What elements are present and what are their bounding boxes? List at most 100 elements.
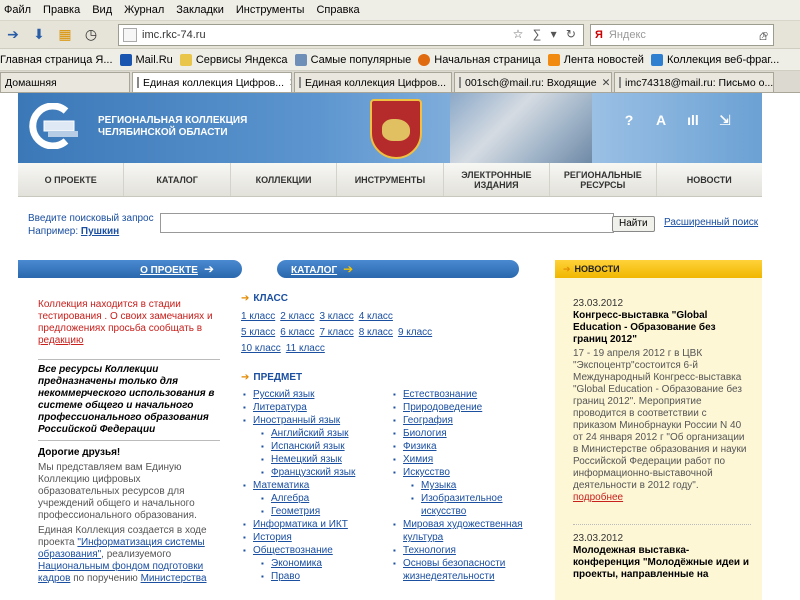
class-link[interactable]: 7 класс	[319, 327, 353, 338]
tab-home[interactable]: Домашняя	[0, 72, 130, 92]
nav-regional-resources[interactable]: РЕГИОНАЛЬНЫЕ РЕСУРСЫ	[550, 163, 657, 196]
subject-link[interactable]: Право	[271, 571, 300, 582]
menu-history[interactable]: Журнал	[124, 4, 164, 16]
nav-news[interactable]: НОВОСТИ	[657, 163, 762, 196]
news-title[interactable]: Молодежная выставка-конференция "Молодёж…	[573, 545, 751, 581]
subject-link[interactable]: Экономика	[271, 558, 322, 569]
class-link[interactable]: 5 класс	[241, 327, 275, 338]
subject-link[interactable]: Математика	[253, 480, 309, 491]
subject-link[interactable]: Музыка	[421, 480, 456, 491]
class-link[interactable]: 4 класс	[359, 311, 393, 322]
subject-link[interactable]: Испанский язык	[271, 441, 345, 452]
subject-link[interactable]: Русский язык	[253, 389, 314, 400]
subject-link[interactable]: География	[403, 415, 453, 426]
subject-link[interactable]: Природоведение	[403, 402, 482, 413]
class-link[interactable]: 2 класс	[280, 311, 314, 322]
news-date: 23.03.2012	[573, 533, 624, 544]
subject-link[interactable]: Обществознание	[253, 545, 333, 556]
class-link[interactable]: 9 класс	[398, 327, 432, 338]
nav-e-publications[interactable]: ЭЛЕКТРОННЫЕ ИЗДАНИЯ	[444, 163, 551, 196]
site-title[interactable]: РЕГИОНАЛЬНАЯ КОЛЛЕКЦИЯ ЧЕЛЯБИНСКОЙ ОБЛАС…	[98, 115, 247, 139]
subject-item: Право	[241, 570, 391, 583]
nav-about[interactable]: О ПРОЕКТЕ	[18, 163, 125, 196]
subject-link[interactable]: Естествознание	[403, 389, 477, 400]
url-text[interactable]: imc.rkc-74.ru	[142, 29, 206, 41]
menu-view[interactable]: Вид	[92, 4, 112, 16]
subject-link[interactable]: Информатика и ИКТ	[253, 519, 348, 530]
class-link[interactable]: 11 класс	[286, 343, 325, 354]
subject-link[interactable]: Физика	[403, 441, 437, 452]
nav-collections[interactable]: КОЛЛЕКЦИИ	[231, 163, 338, 196]
class-link[interactable]: 3 класс	[319, 311, 353, 322]
news-title[interactable]: Конгресс-выставка "Global Education - Об…	[573, 310, 751, 346]
close-icon[interactable]: ✕	[289, 77, 291, 89]
ministry-link[interactable]: Министерства	[141, 573, 207, 584]
menu-file[interactable]: Файл	[4, 4, 31, 16]
subject-link[interactable]: Французский язык	[271, 467, 355, 478]
bookmark-item[interactable]: Начальная страница	[418, 53, 541, 66]
class-link[interactable]: 1 класс	[241, 311, 275, 322]
tab-label: 001sch@mail.ru: Входящие	[465, 76, 597, 89]
catalog-bar[interactable]: КАТАЛОГ ➔	[277, 260, 519, 278]
subject-link[interactable]: Литература	[253, 402, 307, 413]
subject-link[interactable]: История	[253, 532, 292, 543]
site-title-line2: ЧЕЛЯБИНСКОЙ ОБЛАСТИ	[98, 127, 228, 138]
class-link[interactable]: 10 класс	[241, 343, 281, 354]
subject-link[interactable]: Геометрия	[271, 506, 320, 517]
subject-link[interactable]: Биология	[403, 428, 447, 439]
news-more-link[interactable]: подробнее	[573, 492, 623, 503]
url-controls-icon[interactable]: ☆ ∑ ▾ ↻	[513, 27, 579, 41]
subject-link[interactable]: Иностранный язык	[253, 415, 340, 426]
subject-link[interactable]: Технология	[403, 545, 456, 556]
menu-bookmarks[interactable]: Закладки	[176, 4, 224, 16]
tab-collection[interactable]: Единая коллекция Цифров... ✕	[294, 72, 452, 92]
subject-link[interactable]: Немецкий язык	[271, 454, 342, 465]
subject-link[interactable]: Основы безопасности жизнедеятельности	[403, 558, 505, 582]
class-link[interactable]: 8 класс	[359, 327, 393, 338]
forward-arrow-icon[interactable]: ➔	[2, 24, 24, 46]
stats-icon[interactable]: ıll	[682, 109, 704, 131]
nav-tools[interactable]: ИНСТРУМЕНТЫ	[337, 163, 444, 196]
font-size-icon[interactable]: A	[650, 109, 672, 131]
class-link[interactable]: 6 класс	[280, 327, 314, 338]
search-input[interactable]	[160, 213, 614, 233]
bookmark-item[interactable]: Главная страница Я...	[0, 54, 113, 66]
bookmark-item[interactable]: Лента новостей	[547, 53, 644, 66]
menu-help[interactable]: Справка	[316, 4, 359, 16]
advanced-search-link[interactable]: Расширенный поиск	[664, 217, 758, 228]
addons-icon[interactable]: ▦	[54, 24, 76, 46]
bookmark-item[interactable]: Коллекция веб-фраг...	[650, 53, 779, 66]
header-photo	[450, 93, 592, 163]
help-icon[interactable]: ?	[618, 109, 640, 131]
close-icon[interactable]: ✕	[451, 77, 452, 89]
address-bar[interactable]: imc.rkc-74.ru ☆ ∑ ▾ ↻	[118, 24, 584, 46]
home-icon[interactable]: ⌂	[752, 24, 774, 46]
editorial-link[interactable]: редакцию	[38, 335, 84, 346]
download-icon[interactable]: ⬇	[28, 24, 50, 46]
bookmark-item[interactable]: Сервисы Яндекса	[179, 53, 288, 66]
menu-tools[interactable]: Инструменты	[236, 4, 305, 16]
sitemap-icon[interactable]: ⇲	[714, 109, 736, 131]
subject-column-2: Естествознание Природоведение География Био…	[391, 388, 541, 583]
tab-mail-letter[interactable]: imc74318@mail.ru: Письмо о...✕	[614, 72, 774, 92]
subject-link[interactable]: Английский язык	[271, 428, 349, 439]
search-button[interactable]: Найти	[612, 216, 655, 232]
history-clock-icon[interactable]: ◷	[80, 24, 102, 46]
menu-edit[interactable]: Правка	[43, 4, 80, 16]
bookmark-item[interactable]: Самые популярные	[294, 53, 411, 66]
subject-link[interactable]: Изобразительное искусство	[421, 493, 503, 517]
tab-mail-inbox[interactable]: 001sch@mail.ru: Входящие ✕	[454, 72, 612, 92]
subject-link[interactable]: Химия	[403, 454, 433, 465]
bookmark-item[interactable]: Mail.Ru	[119, 53, 173, 66]
tab-collection-active[interactable]: Единая коллекция Цифров... ✕	[132, 72, 292, 92]
about-bar[interactable]: О ПРОЕКТЕ ➔	[18, 260, 242, 278]
web-page: РЕГИОНАЛЬНАЯ КОЛЛЕКЦИЯ ЧЕЛЯБИНСКОЙ ОБЛАС…	[0, 93, 800, 600]
close-icon[interactable]: ✕	[602, 77, 611, 89]
subject-link[interactable]: Мировая художественная культура	[403, 519, 523, 543]
subject-link[interactable]: Искусство	[403, 467, 450, 478]
search-box[interactable]: Я Яндекс ⌕	[590, 24, 774, 46]
site-logo-icon[interactable]	[26, 103, 78, 149]
search-example-link[interactable]: Пушкин	[81, 226, 119, 237]
nav-catalog[interactable]: КАТАЛОГ	[124, 163, 231, 196]
subject-link[interactable]: Алгебра	[271, 493, 309, 504]
